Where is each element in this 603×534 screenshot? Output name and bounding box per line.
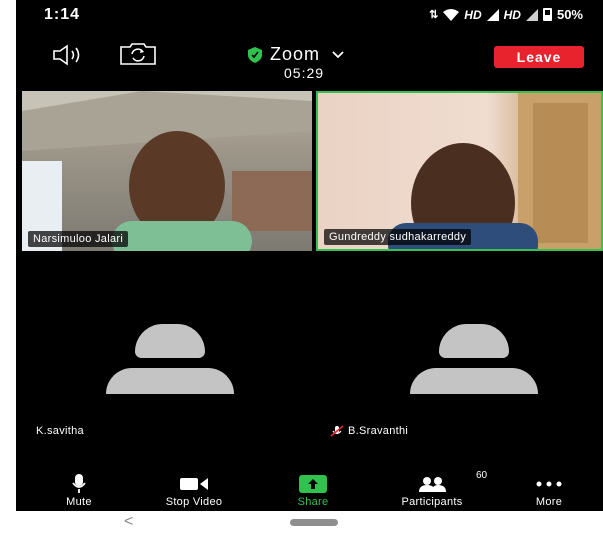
switch-camera-icon[interactable] bbox=[118, 42, 158, 66]
mute-button[interactable]: Mute bbox=[34, 474, 124, 508]
meeting-toolbar: Mute Stop Video Share 60 Participants Mo… bbox=[16, 470, 603, 511]
hd-label-2: HD bbox=[503, 7, 521, 22]
meeting-title[interactable]: Zoom bbox=[248, 44, 344, 65]
participant-label-3: K.savitha bbox=[36, 425, 84, 437]
meeting-header: Zoom 05:29 Leave bbox=[16, 38, 603, 88]
hd-label-1: HD bbox=[464, 7, 482, 22]
mic-icon bbox=[72, 474, 86, 493]
status-time: 1:14 bbox=[44, 6, 81, 23]
share-button[interactable]: Share bbox=[268, 474, 358, 508]
video-tile-1[interactable]: Narsimuloo Jalari bbox=[22, 91, 312, 251]
data-arrows-icon: ⇅ bbox=[429, 9, 439, 21]
participant-label-4: B.Sravanthi bbox=[330, 425, 408, 437]
system-nav-bar: < bbox=[0, 511, 603, 534]
status-bar: 1:14 ⇅ HD HD 50% bbox=[16, 0, 603, 30]
status-icons: ⇅ HD HD 50% bbox=[429, 7, 583, 22]
zoom-meeting-screen: 1:14 ⇅ HD HD 50% Zoom 05:29 Leave Narsim… bbox=[16, 0, 603, 511]
home-pill-icon[interactable] bbox=[290, 519, 338, 526]
stop-video-button[interactable]: Stop Video bbox=[149, 474, 239, 508]
back-icon[interactable]: < bbox=[124, 513, 133, 531]
avatar-head-icon bbox=[135, 324, 205, 358]
leave-button[interactable]: Leave bbox=[494, 46, 584, 68]
participant-name-4: B.Sravanthi bbox=[348, 425, 409, 437]
speaker-icon[interactable] bbox=[52, 44, 86, 66]
avatar-body-icon bbox=[410, 368, 538, 394]
participant-name-3: K.savitha bbox=[36, 425, 84, 437]
participant-video-1 bbox=[22, 91, 312, 251]
more-button[interactable]: More bbox=[504, 474, 594, 508]
participants-icon bbox=[419, 477, 446, 492]
signal-icon-1 bbox=[486, 8, 499, 21]
share-arrow-icon bbox=[299, 475, 327, 493]
avatar-body-icon bbox=[106, 368, 234, 394]
meeting-timer: 05:29 bbox=[284, 65, 325, 81]
shield-icon bbox=[248, 46, 262, 63]
more-dots-icon bbox=[536, 481, 562, 487]
meeting-title-text: Zoom bbox=[270, 44, 321, 64]
video-icon bbox=[180, 478, 208, 490]
share-label: Share bbox=[297, 496, 329, 508]
battery-icon bbox=[542, 8, 552, 21]
video-tile-2[interactable]: Gundreddy sudhakarreddy bbox=[316, 91, 603, 251]
more-label: More bbox=[535, 496, 563, 508]
participant-video-2 bbox=[388, 93, 601, 249]
chevron-down-icon bbox=[332, 50, 344, 58]
avatar-head-icon bbox=[439, 324, 509, 358]
mute-label: Mute bbox=[66, 496, 92, 508]
participant-name-1: Narsimuloo Jalari bbox=[28, 231, 129, 247]
signal-icon-2 bbox=[525, 8, 538, 21]
participant-name-2: Gundreddy sudhakarreddy bbox=[324, 229, 472, 245]
participants-button[interactable]: 60 Participants bbox=[387, 470, 487, 508]
participants-label: Participants bbox=[401, 496, 463, 508]
avatar-tile-4[interactable]: B.Sravanthi bbox=[316, 290, 603, 440]
participants-count: 60 bbox=[476, 470, 488, 481]
avatar-tile-3[interactable]: K.savitha bbox=[22, 290, 312, 440]
wifi-icon bbox=[443, 8, 460, 21]
stop-video-label: Stop Video bbox=[165, 496, 223, 508]
battery-percent: 50% bbox=[556, 7, 583, 22]
mic-muted-icon bbox=[330, 425, 344, 437]
